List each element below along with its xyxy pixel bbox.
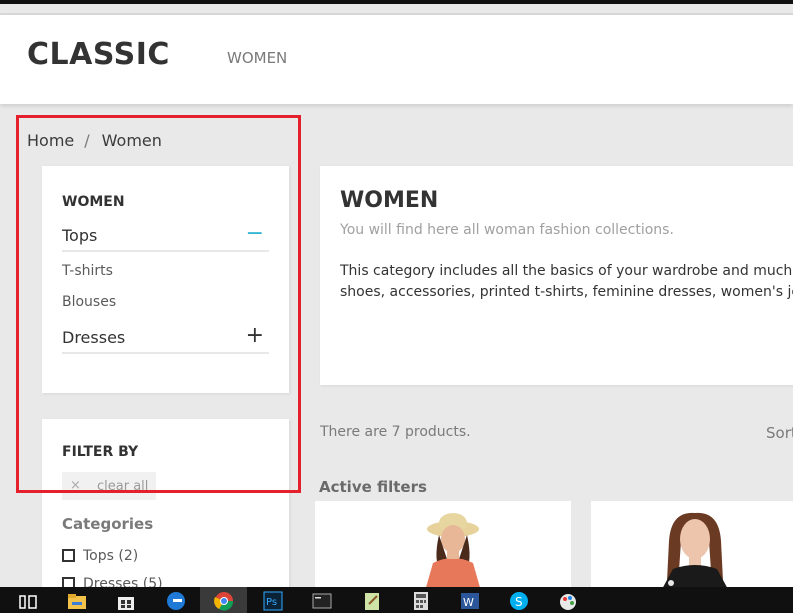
clear-all-label: clear all [97, 479, 149, 494]
subcategory-tshirts[interactable]: T-shirts [62, 263, 113, 279]
expand-plus-icon[interactable]: + [246, 325, 264, 347]
product-image-1[interactable] [315, 501, 571, 591]
sort-by-label[interactable]: Sort [766, 424, 793, 442]
browser-top-edge [0, 0, 793, 4]
clear-all-button[interactable]: × clear all [62, 472, 156, 500]
category-tree-block: WOMEN Tops − T-shirts Blouses Dresses + [42, 166, 289, 393]
photoshop-icon[interactable]: Ps [262, 590, 284, 612]
shop-logo[interactable]: CLASSIC [27, 37, 170, 72]
breadcrumb-women[interactable]: Women [102, 131, 162, 150]
windows-taskbar: Ps W S [0, 587, 793, 613]
facet-title-categories: Categories [62, 515, 154, 533]
calculator-icon[interactable] [410, 590, 432, 612]
category-description-block: WOMEN You will find here all woman fashi… [320, 166, 793, 385]
site-header: CLASSIC WOMEN [0, 15, 793, 104]
product-count: There are 7 products. [320, 424, 471, 440]
category-tree-title[interactable]: WOMEN [62, 194, 125, 210]
skype-icon[interactable]: S [508, 590, 530, 612]
category-label-dresses[interactable]: Dresses [62, 328, 125, 347]
edge-icon[interactable] [165, 590, 187, 612]
facet-filter-block: FILTER BY × clear all Categories Tops (2… [42, 419, 289, 613]
nav-women-link[interactable]: WOMEN [227, 49, 287, 67]
task-view-icon[interactable] [17, 590, 39, 612]
svg-text:S: S [515, 595, 523, 609]
terminal-icon[interactable] [311, 590, 333, 612]
product-card-2[interactable] [591, 501, 793, 591]
close-icon: × [70, 478, 81, 493]
category-label-tops[interactable]: Tops [62, 226, 97, 245]
active-filters-title: Active filters [319, 478, 427, 496]
description-line-1: This category includes all the basics of… [340, 263, 793, 279]
breadcrumb-separator: / [84, 131, 90, 150]
description-line-2: shoes, accessories, printed t-shirts, fe… [340, 284, 793, 300]
chrome-icon[interactable] [213, 590, 235, 612]
notepad-icon[interactable] [361, 590, 383, 612]
product-card-1[interactable] [315, 501, 571, 591]
svg-text:Ps: Ps [266, 597, 277, 608]
category-heading: WOMEN [340, 188, 439, 213]
product-image-2[interactable] [591, 501, 793, 591]
filter-by-title: FILTER BY [62, 444, 139, 460]
facet-checkbox-tops[interactable]: Tops (2) [62, 548, 138, 564]
breadcrumb-home[interactable]: Home [27, 131, 74, 150]
category-subtitle: You will find here all woman fashion col… [340, 222, 674, 238]
category-description: This category includes all the basics of… [340, 261, 793, 303]
word-icon[interactable]: W [459, 590, 481, 612]
store-icon[interactable] [115, 590, 137, 612]
file-explorer-icon[interactable] [66, 590, 88, 612]
paint-icon[interactable] [557, 590, 579, 612]
breadcrumb: Home / Women [27, 131, 162, 150]
checkbox-icon[interactable] [62, 549, 75, 562]
subcategory-blouses[interactable]: Blouses [62, 294, 116, 310]
category-item-tops[interactable]: Tops − [62, 223, 269, 252]
facet-label-tops[interactable]: Tops (2) [83, 548, 138, 564]
svg-text:W: W [463, 596, 474, 609]
collapse-minus-icon[interactable]: − [246, 223, 264, 245]
category-item-dresses[interactable]: Dresses + [62, 325, 269, 354]
